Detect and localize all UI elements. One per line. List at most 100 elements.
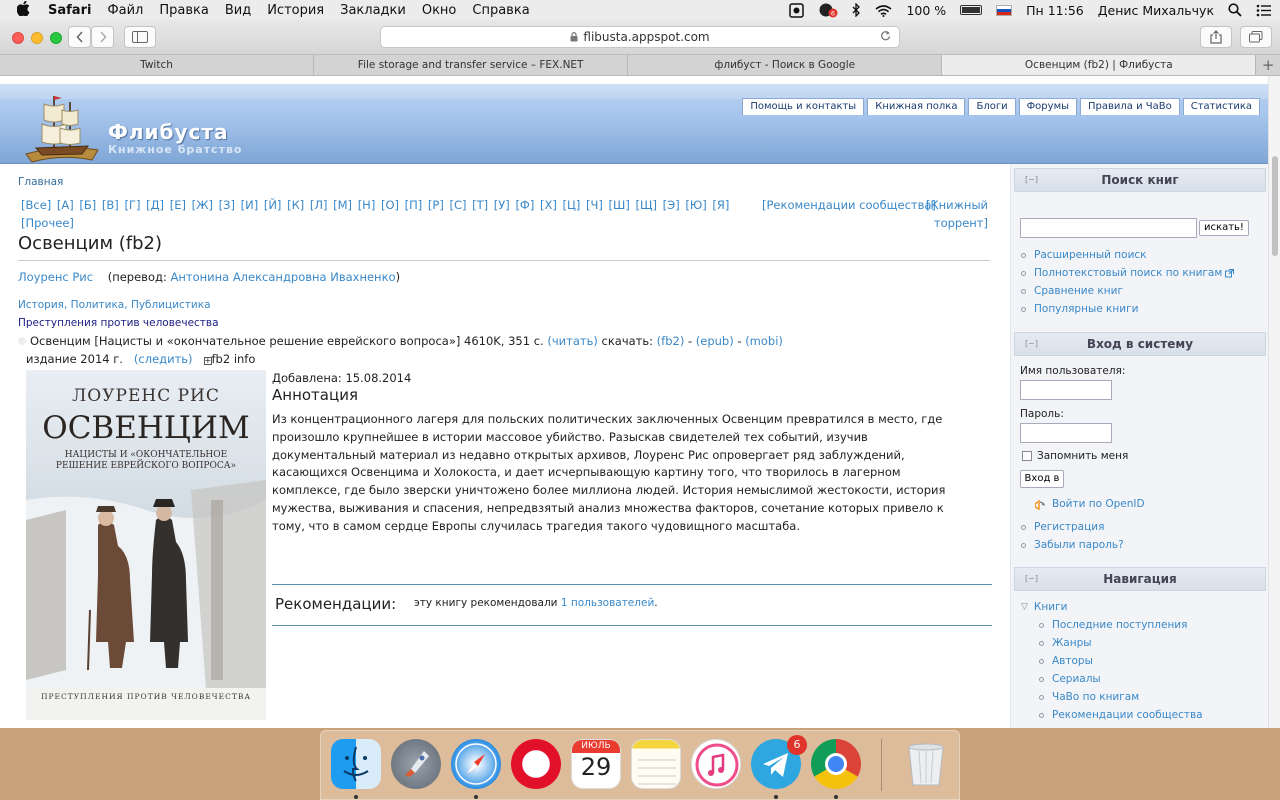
- openid-login-link[interactable]: Войти по OpenID: [1052, 498, 1145, 510]
- trash-icon[interactable]: [901, 739, 951, 789]
- russian-flag-icon[interactable]: [996, 4, 1013, 16]
- menu-window[interactable]: Окно: [422, 3, 457, 18]
- tab-fexnet[interactable]: File storage and transfer service – FEX.…: [314, 55, 629, 75]
- forgot-password-link[interactable]: Забыли пароль?: [1034, 539, 1124, 551]
- navigation-block-header[interactable]: [−] Навигация: [1014, 567, 1266, 591]
- bluetooth-icon[interactable]: [852, 3, 861, 17]
- genre-link[interactable]: История: [18, 299, 64, 311]
- search-block-header[interactable]: [−] Поиск книг: [1014, 168, 1266, 192]
- torrent-link[interactable]: [Книжный торрент]: [918, 196, 988, 232]
- compare-books-link[interactable]: Сравнение книг: [1034, 285, 1123, 297]
- expand-plus-icon[interactable]: +: [203, 357, 212, 365]
- new-tab-plus-icon[interactable]: +: [1256, 55, 1280, 75]
- translator-link[interactable]: Антонина Александровна Ивахненко: [170, 270, 395, 284]
- user-name[interactable]: Денис Михальчук: [1098, 3, 1214, 18]
- menu-file[interactable]: Файл: [107, 3, 143, 18]
- menu-view[interactable]: Вид: [225, 3, 251, 18]
- download-mobi-link[interactable]: (mobi): [745, 334, 783, 348]
- forward-button[interactable]: [91, 26, 114, 48]
- notes-icon[interactable]: [631, 739, 681, 789]
- toplink-bookshelf[interactable]: Книжная полка: [867, 98, 966, 115]
- ship-logo-icon[interactable]: [22, 88, 102, 168]
- toplink-forums[interactable]: Форумы: [1018, 98, 1078, 115]
- recommended-users-link[interactable]: 1 пользователей: [561, 597, 654, 609]
- book-cover[interactable]: ЛОУРЕНС РИС ОСВЕНЦИМ НАЦИСТЫ И «ОКОНЧАТЕ…: [26, 370, 266, 720]
- toplink-help[interactable]: Помощь и контакты: [742, 98, 865, 115]
- scrollbar-thumb[interactable]: [1272, 156, 1278, 256]
- breadcrumb[interactable]: Главная: [18, 176, 63, 188]
- read-link[interactable]: (читать): [547, 334, 597, 348]
- tab-twitch[interactable]: Twitch: [0, 55, 315, 75]
- community-recommendations-link[interactable]: [Рекомендации сообщества]: [762, 196, 936, 214]
- nav-latest[interactable]: Последние поступления: [1052, 619, 1187, 631]
- password-field[interactable]: [1020, 423, 1112, 443]
- share-button[interactable]: [1200, 26, 1232, 48]
- launchpad-icon[interactable]: [391, 739, 441, 789]
- toplink-stats[interactable]: Статистика: [1182, 98, 1260, 115]
- expanded-triangle-icon[interactable]: ▽: [1021, 602, 1028, 612]
- menu-app-name[interactable]: Safari: [48, 3, 91, 18]
- popular-books-link[interactable]: Популярные книги: [1034, 303, 1138, 315]
- alphabet-other[interactable]: [Прочее]: [21, 216, 74, 230]
- nav-community-recs[interactable]: Рекомендации сообщества: [1052, 709, 1203, 721]
- apple-icon[interactable]: [16, 0, 30, 20]
- nav-authors[interactable]: Авторы: [1052, 655, 1093, 667]
- collapse-toggle[interactable]: [−]: [1025, 568, 1038, 590]
- menu-help[interactable]: Справка: [472, 3, 529, 18]
- collapse-toggle[interactable]: [−]: [1025, 169, 1038, 191]
- author-link[interactable]: Лоуренс Рис: [18, 270, 93, 284]
- book-search-input[interactable]: [1020, 218, 1197, 238]
- tabs-overview-button[interactable]: [1240, 26, 1272, 48]
- toplink-blogs[interactable]: Блоги: [968, 98, 1016, 115]
- genre-link[interactable]: Публицистика: [131, 299, 211, 311]
- menu-bookmarks[interactable]: Закладки: [340, 3, 406, 18]
- login-block-header[interactable]: [−] Вход в систему: [1014, 332, 1266, 356]
- nav-books[interactable]: Книги: [1034, 601, 1067, 613]
- chrome-icon[interactable]: [811, 739, 861, 789]
- menu-edit[interactable]: Правка: [159, 3, 208, 18]
- finder-icon[interactable]: [331, 739, 381, 789]
- download-fb2-link[interactable]: (fb2): [657, 334, 685, 348]
- tab-google-search[interactable]: флибуст - Поиск в Google: [628, 55, 943, 75]
- back-button[interactable]: [68, 26, 91, 48]
- fulltext-search-link[interactable]: Полнотекстовый поиск по книгам: [1034, 267, 1222, 279]
- telegram-icon[interactable]: 6: [751, 735, 807, 789]
- battery-percent[interactable]: 100 %: [906, 3, 946, 18]
- itunes-icon[interactable]: [691, 739, 741, 789]
- download-epub-link[interactable]: (epub): [696, 334, 734, 348]
- search-button[interactable]: искать!: [1199, 220, 1249, 236]
- minimize-window-button[interactable]: [31, 32, 43, 44]
- reload-icon[interactable]: [880, 30, 891, 44]
- series-link[interactable]: Преступления против человечества: [18, 317, 219, 329]
- vpn-icon[interactable]: [789, 2, 805, 18]
- fb2-info-toggle[interactable]: fb2 info: [212, 352, 256, 366]
- site-name[interactable]: Флибуста: [108, 120, 228, 144]
- username-field[interactable]: [1020, 380, 1112, 400]
- clock[interactable]: Пн 11:56: [1026, 3, 1084, 18]
- zoom-window-button[interactable]: [50, 32, 62, 44]
- notification-center-icon[interactable]: [1256, 4, 1272, 17]
- nav-faq[interactable]: ЧаВо по книгам: [1052, 691, 1139, 703]
- toplink-rules[interactable]: Правила и ЧаВо: [1080, 98, 1180, 115]
- sidebar-toggle-button[interactable]: [124, 26, 156, 48]
- nav-genres[interactable]: Жанры: [1052, 637, 1092, 649]
- address-bar[interactable]: flibusta.appspot.com: [380, 26, 900, 48]
- follow-link[interactable]: (следить): [134, 352, 193, 366]
- menu-history[interactable]: История: [267, 3, 324, 18]
- close-window-button[interactable]: [12, 32, 24, 44]
- opera-icon[interactable]: [511, 739, 561, 789]
- remember-me-checkbox[interactable]: [1022, 451, 1032, 461]
- genre-link[interactable]: Политика: [71, 299, 125, 311]
- advanced-search-link[interactable]: Расширенный поиск: [1034, 249, 1147, 261]
- battery-icon[interactable]: [960, 5, 983, 15]
- spotlight-search-icon[interactable]: [1228, 3, 1242, 17]
- alphabet-letters[interactable]: [Все] [А] [Б] [В] [Г] [Д] [Е] [Ж] [З] [И…: [21, 198, 729, 212]
- calendar-icon[interactable]: ИЮЛЬ 29: [571, 739, 621, 789]
- tab-flibusta[interactable]: Освенцим (fb2) | Флибуста: [942, 55, 1257, 75]
- register-link[interactable]: Регистрация: [1034, 521, 1104, 533]
- wifi-icon[interactable]: [875, 4, 892, 17]
- login-button[interactable]: Вход в: [1020, 470, 1064, 488]
- notification-app-icon[interactable]: 6: [818, 2, 838, 18]
- collapse-toggle[interactable]: [−]: [1025, 333, 1038, 355]
- safari-icon[interactable]: [451, 739, 501, 789]
